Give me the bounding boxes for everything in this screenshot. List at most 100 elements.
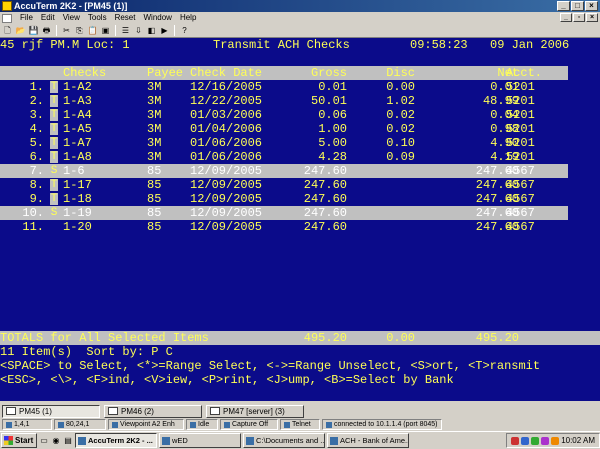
tray-network-icon[interactable]	[521, 436, 530, 445]
capture-icon[interactable]: ◧	[146, 25, 157, 36]
row-acct: 5201	[506, 80, 535, 94]
row-status-flag: T	[50, 137, 58, 149]
tray-messenger-icon[interactable]	[541, 436, 550, 445]
row-gross: 247.60	[303, 164, 347, 178]
explorer-icon[interactable]: ▤	[63, 435, 73, 446]
row-acct: 4567	[506, 220, 535, 234]
row-acct: 5201	[506, 94, 535, 108]
select-icon[interactable]: ▣	[100, 25, 111, 36]
row-acct: 4567	[506, 206, 535, 220]
row-index: 1.	[29, 80, 44, 94]
folder-icon	[246, 436, 254, 445]
menu-edit[interactable]: Edit	[37, 12, 59, 24]
session-label: PM46 (2)	[121, 406, 154, 416]
status-position: 80,24,1	[54, 419, 106, 430]
menu-window[interactable]: Window	[139, 12, 175, 24]
check-row[interactable]: 1. 1-A2 3M 12/16/2005 0.01 0.00 0.01 5201 T	[0, 80, 568, 94]
menu-reset[interactable]: Reset	[111, 12, 140, 24]
terminal-icon	[112, 421, 118, 428]
child-minimize-button[interactable]: _	[560, 13, 572, 22]
session-label: PM47 [server] (3)	[223, 406, 285, 416]
row-check-number: 1-A3	[63, 94, 92, 108]
save-icon[interactable]: 💾	[28, 25, 39, 36]
status-bar: 1,4,1 80,24,1 Viewpoint A2 Enh Idle Capt…	[0, 419, 600, 430]
task-ach-bank[interactable]: ACH - Bank of Ame...	[327, 433, 409, 448]
column-headers: Checks Payee Check Date Gross Disc Net A…	[0, 66, 568, 80]
check-row[interactable]: 3. 1-A4 3M 01/03/2006 0.06 0.02 0.04 5201 T	[0, 108, 568, 122]
clock[interactable]: 10:02 AM	[561, 436, 595, 445]
minimize-button[interactable]: _	[557, 1, 570, 11]
start-button[interactable]: Start	[1, 433, 37, 448]
row-status-flag: S	[50, 207, 58, 219]
row-check-number: 1-A2	[63, 80, 92, 94]
row-index: 4.	[29, 122, 44, 136]
row-check-date: 12/09/2005	[190, 206, 263, 220]
menu-help[interactable]: Help	[176, 12, 200, 24]
grid-icon	[58, 421, 64, 428]
session-tab-pm47[interactable]: PM47 [server] (3)	[206, 404, 304, 418]
row-check-date: 12/22/2005	[190, 94, 263, 108]
task-label: ACH - Bank of Ame...	[340, 436, 409, 445]
task-documents[interactable]: C:\Documents and ...	[243, 433, 325, 448]
row-gross: 247.60	[303, 192, 347, 206]
status-cursor-value: 1,4,1	[14, 420, 30, 428]
row-gross: 247.60	[303, 178, 347, 192]
menu-tools[interactable]: Tools	[84, 12, 111, 24]
check-row[interactable]: 6. 1-A8 3M 01/06/2006 4.28 0.09 4.19 5201 T	[0, 150, 568, 164]
child-restore-button[interactable]: ▫	[573, 13, 585, 22]
check-row[interactable]: 10. 1-19 85 12/09/2005 247.60 247.60 4567 S	[0, 206, 568, 220]
terminal-screen[interactable]: 45 rjf PM.M Loc: 1 Transmit ACH Checks 0…	[0, 38, 600, 401]
row-gross: 50.01	[310, 94, 347, 108]
check-row[interactable]: 4. 1-A5 3M 01/04/2006 1.00 0.02 0.98 5201 T	[0, 122, 568, 136]
row-index: 11.	[22, 220, 44, 234]
status-cursor: 1,4,1	[2, 419, 52, 430]
session-tab-pm45[interactable]: PM45 (1)	[2, 404, 100, 418]
keyboard-icon	[6, 421, 12, 428]
copy-icon[interactable]: ⎘	[74, 25, 85, 36]
help-icon[interactable]: ?	[179, 25, 190, 36]
run-icon[interactable]: ▶	[159, 25, 170, 36]
open-icon[interactable]: 📂	[15, 25, 26, 36]
cut-icon[interactable]: ✂	[61, 25, 72, 36]
screen-title: Transmit ACH Checks	[213, 38, 350, 52]
maximize-button[interactable]: □	[571, 1, 584, 11]
properties-icon[interactable]: ☰	[120, 25, 131, 36]
row-disc: 0.10	[386, 136, 415, 150]
row-disc: 0.09	[386, 150, 415, 164]
check-row[interactable]: 9. 1-18 85 12/09/2005 247.60 247.60 4567 T	[0, 192, 568, 206]
tray-volume-icon[interactable]	[551, 436, 560, 445]
desktop-icon[interactable]: ▭	[39, 435, 49, 446]
task-accuterm[interactable]: AccuTerm 2K2 - ...	[75, 433, 157, 448]
print-icon[interactable]: 🖶	[41, 25, 52, 36]
window-titlebar[interactable]: AccuTerm 2K2 - [PM45 (1)] _ □ ×	[0, 0, 600, 12]
session-tab-pm46[interactable]: PM46 (2)	[104, 404, 202, 418]
row-index: 9.	[29, 192, 44, 206]
check-row[interactable]: 2. 1-A3 3M 12/22/2005 50.01 1.02 48.99 5201 T	[0, 94, 568, 108]
status-protocol: Telnet	[280, 419, 320, 430]
close-button[interactable]: ×	[585, 1, 598, 11]
status-state: Idle	[186, 419, 218, 430]
row-disc: 0.00	[386, 80, 415, 94]
check-row[interactable]: 5. 1-A7 3M 01/06/2006 5.00 0.10 4.90 5201 T	[0, 136, 568, 150]
task-wed[interactable]: wED	[159, 433, 241, 448]
row-status-flag: T	[50, 151, 58, 163]
col-disc: Disc	[386, 66, 415, 80]
row-payee: 3M	[147, 150, 162, 164]
row-disc: 0.02	[386, 122, 415, 136]
check-row[interactable]: 11. 1-20 85 12/09/2005 247.60 247.60 4567	[0, 220, 568, 234]
new-icon[interactable]: 🗋	[2, 25, 13, 36]
paste-icon[interactable]: 📋	[87, 25, 98, 36]
menu-view[interactable]: View	[59, 12, 84, 24]
browser-icon[interactable]: ◉	[51, 435, 61, 446]
child-close-button[interactable]: ×	[586, 13, 598, 22]
document-icon[interactable]	[2, 13, 12, 23]
check-row[interactable]: 7. 1-6 85 12/09/2005 247.60 247.60 4567 S	[0, 164, 568, 178]
menu-file[interactable]: File	[16, 12, 37, 24]
terminal-session-icon	[6, 407, 16, 415]
toolbar-separator	[115, 25, 116, 36]
check-row[interactable]: 8. 1-17 85 12/09/2005 247.60 247.60 4567 T	[0, 178, 568, 192]
status-emulation-value: Viewpoint A2 Enh	[120, 420, 175, 428]
download-icon[interactable]: ⇩	[133, 25, 144, 36]
tray-security-icon[interactable]	[531, 436, 540, 445]
tray-app-icon[interactable]	[511, 436, 520, 445]
